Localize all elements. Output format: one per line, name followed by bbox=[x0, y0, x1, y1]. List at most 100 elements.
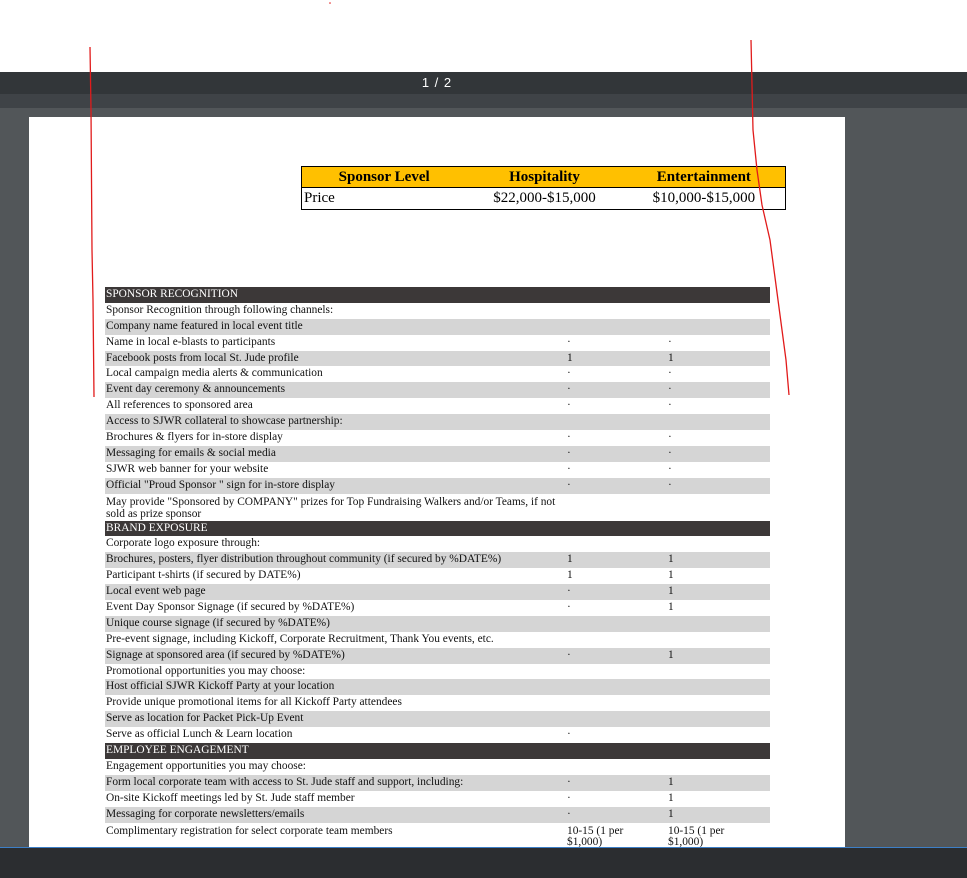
benefit-row: Signage at sponsored area (if secured by… bbox=[105, 647, 770, 664]
benefit-row: Access to SJWR collateral to showcase pa… bbox=[105, 414, 770, 431]
benefit-row: Name in local e-blasts to participants · · bbox=[105, 335, 770, 351]
benefit-label: Unique course signage (if secured by %DA… bbox=[106, 616, 330, 629]
hospitality-value: · bbox=[567, 775, 571, 788]
entertainment-value bbox=[668, 759, 769, 775]
entertainment-value: 1 bbox=[668, 585, 674, 598]
benefit-row: SJWR web banner for your website · · bbox=[105, 462, 770, 478]
hospitality-value bbox=[567, 632, 668, 648]
benefit-label: Sponsor Recognition through following ch… bbox=[106, 303, 334, 316]
benefit-label: Complimentary registration for select co… bbox=[106, 825, 393, 837]
hospitality-value: 1 bbox=[567, 553, 573, 566]
benefit-label: Messaging for emails & social media bbox=[106, 446, 276, 459]
header-sponsor-level: Sponsor Level bbox=[338, 169, 430, 185]
entertainment-value bbox=[668, 414, 769, 430]
benefit-label: Host official SJWR Kickoff Party at your… bbox=[106, 680, 335, 693]
hospitality-value bbox=[567, 414, 668, 430]
benefit-row: Brochures & flyers for in-store display ·… bbox=[105, 430, 770, 446]
entertainment-price: $10,000-$15,000 bbox=[652, 190, 756, 206]
benefit-label: Pre-event signage, including Kickoff, Co… bbox=[106, 632, 494, 645]
benefit-label: Participant t-shirts (if secured by DATE… bbox=[106, 569, 301, 582]
hospitality-value: · bbox=[567, 478, 571, 491]
benefit-row: Serve as location for Packet Pick-Up Eve… bbox=[105, 711, 770, 728]
bottom-bar bbox=[0, 848, 967, 878]
benefit-row: Brochures, posters, flyer distribution t… bbox=[105, 552, 770, 569]
entertainment-value: 1 bbox=[668, 648, 674, 661]
benefit-row: Serve as official Lunch & Learn location… bbox=[105, 727, 770, 743]
entertainment-value: · bbox=[668, 399, 672, 412]
hospitality-value: · bbox=[567, 399, 571, 412]
hospitality-value bbox=[567, 536, 668, 552]
benefit-row: Host official SJWR Kickoff Party at your… bbox=[105, 679, 770, 696]
hospitality-value bbox=[567, 616, 668, 632]
benefit-row: May provide "Sponsored by COMPANY" prize… bbox=[105, 494, 770, 521]
entertainment-value bbox=[668, 695, 769, 711]
benefit-row: On-site Kickoff meetings led by St. Jude… bbox=[105, 791, 770, 807]
benefit-label: Company name featured in local event tit… bbox=[106, 319, 303, 332]
entertainment-value: · bbox=[668, 383, 672, 396]
entertainment-value: · bbox=[668, 478, 672, 491]
entertainment-value: 1 bbox=[668, 351, 674, 364]
hospitality-value: · bbox=[567, 585, 571, 598]
entertainment-value bbox=[668, 616, 769, 632]
entertainment-value bbox=[668, 536, 769, 552]
hospitality-value: 1 bbox=[567, 569, 573, 582]
entertainment-value: · bbox=[668, 431, 672, 444]
price-table-header: Sponsor Level Hospitality Entertainment bbox=[302, 167, 785, 188]
benefit-label: SJWR web banner for your website bbox=[106, 462, 269, 475]
benefit-label: Name in local e-blasts to participants bbox=[106, 335, 276, 348]
entertainment-value bbox=[668, 496, 769, 521]
benefit-label: May provide "Sponsored by COMPANY" prize… bbox=[106, 495, 556, 520]
benefit-label: Local event web page bbox=[106, 585, 206, 598]
entertainment-value bbox=[668, 664, 769, 680]
page-counter: 1 / 2 bbox=[421, 75, 453, 90]
benefit-row: Corporate logo exposure through: bbox=[105, 536, 770, 552]
benefit-row: Messaging for corporate newsletters/emai… bbox=[105, 806, 770, 823]
entertainment-value: 1 bbox=[668, 553, 674, 566]
entertainment-value: 1 bbox=[668, 601, 674, 614]
benefit-label: Messaging for corporate newsletters/emai… bbox=[106, 807, 305, 820]
entertainment-value: 1 bbox=[668, 791, 674, 804]
benefit-row: Sponsor Recognition through following ch… bbox=[105, 303, 770, 319]
section-title: EMPLOYEE ENGAGEMENT bbox=[106, 744, 249, 757]
benefit-label: Provide unique promotional items for all… bbox=[106, 696, 402, 709]
benefit-row: Promotional opportunities you may choose… bbox=[105, 664, 770, 680]
entertainment-value: 1 bbox=[668, 775, 674, 788]
hospitality-value bbox=[567, 496, 668, 521]
hospitality-value bbox=[567, 303, 668, 319]
hospitality-value: 10-15 (1 per $1,000) bbox=[567, 824, 624, 848]
benefit-label: Event day ceremony & announcements bbox=[106, 383, 286, 396]
hospitality-value: · bbox=[567, 383, 571, 396]
hospitality-value bbox=[567, 679, 668, 695]
hospitality-value: 1 bbox=[567, 351, 573, 364]
hospitality-value: · bbox=[567, 367, 571, 380]
benefit-row: Pre-event signage, including Kickoff, Co… bbox=[105, 632, 770, 648]
benefit-label: Brochures & flyers for in-store display bbox=[106, 431, 283, 444]
hospitality-value: · bbox=[567, 648, 571, 661]
benefit-label: Corporate logo exposure through: bbox=[106, 537, 261, 550]
hospitality-value: · bbox=[567, 807, 571, 820]
top-blank-area bbox=[0, 0, 967, 72]
benefit-label: Promotional opportunities you may choose… bbox=[106, 664, 306, 677]
benefit-label: Official "Proud Sponsor " sign for in-st… bbox=[106, 478, 335, 491]
benefit-label: On-site Kickoff meetings led by St. Jude… bbox=[106, 791, 355, 804]
pdf-page[interactable]: Sponsor Level Hospitality Entertainment … bbox=[29, 117, 845, 848]
benefit-label: Facebook posts from local St. Jude profi… bbox=[106, 351, 299, 364]
benefit-row: Local campaign media alerts & communicat… bbox=[105, 366, 770, 382]
benefit-row: Complimentary registration for select co… bbox=[105, 823, 770, 848]
benefit-label: Signage at sponsored area (if secured by… bbox=[106, 648, 345, 661]
benefit-row: Messaging for emails & social media · · bbox=[105, 445, 770, 462]
hospitality-value: · bbox=[567, 462, 571, 475]
benefits-table: SPONSOR RECOGNITION Sponsor Recognition t… bbox=[105, 287, 770, 848]
hospitality-value bbox=[567, 759, 668, 775]
benefit-row: Company name featured in local event tit… bbox=[105, 318, 770, 335]
benefit-label: Event Day Sponsor Signage (if secured by… bbox=[106, 601, 355, 614]
hospitality-value: · bbox=[567, 728, 571, 741]
entertainment-value bbox=[668, 319, 769, 335]
benefit-row: Event day ceremony & announcements · · bbox=[105, 382, 770, 399]
section-header: BRAND EXPOSURE bbox=[105, 520, 770, 537]
benefit-label: All references to sponsored area bbox=[106, 399, 253, 412]
benefit-row: Official "Proud Sponsor " sign for in-st… bbox=[105, 477, 770, 494]
benefit-label: Engagement opportunities you may choose: bbox=[106, 759, 306, 772]
benefit-row: All references to sponsored area · · bbox=[105, 398, 770, 414]
benefit-row: Participant t-shirts (if secured by DATE… bbox=[105, 568, 770, 584]
